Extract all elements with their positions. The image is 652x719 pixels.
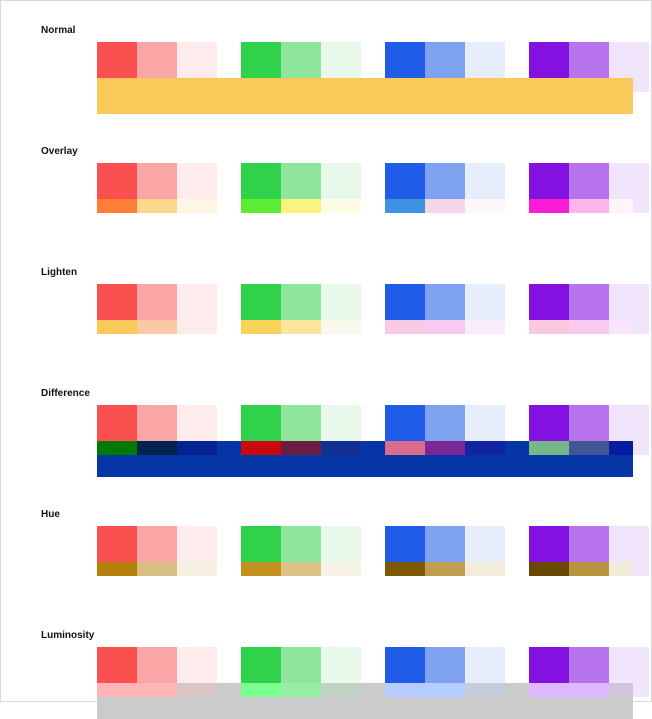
swatch-row xyxy=(41,163,633,235)
overlay-bar xyxy=(97,199,633,235)
overlay-bar xyxy=(97,78,633,114)
overlay-bar xyxy=(97,562,633,598)
blend-section-label: Normal xyxy=(41,25,633,36)
blend-section-normal: Normal xyxy=(19,25,633,114)
blend-section-label: Lighten xyxy=(41,267,633,278)
demo-frame: Normal Overlay Lighten Difference Hue Luminos… xyxy=(0,0,652,702)
swatch-row xyxy=(41,42,633,114)
blend-section-overlay: Overlay xyxy=(19,146,633,235)
blend-section-lighten: Lighten xyxy=(19,267,633,356)
blend-section-label: Luminosity xyxy=(41,630,633,641)
blend-section-hue: Hue xyxy=(19,509,633,598)
overlay-bar xyxy=(97,320,633,356)
swatch-row xyxy=(41,647,633,719)
overlay-bar xyxy=(97,683,633,719)
blend-section-label: Overlay xyxy=(41,146,633,157)
blend-section-difference: Difference xyxy=(19,388,633,477)
swatch-row xyxy=(41,405,633,477)
swatch-row xyxy=(41,526,633,598)
blend-section-label: Hue xyxy=(41,509,633,520)
sections-container: Normal Overlay Lighten Difference Hue Luminos… xyxy=(19,25,633,719)
swatch-row xyxy=(41,284,633,356)
blend-section-luminosity: Luminosity xyxy=(19,630,633,719)
overlay-bar xyxy=(97,441,633,477)
blend-section-label: Difference xyxy=(41,388,633,399)
